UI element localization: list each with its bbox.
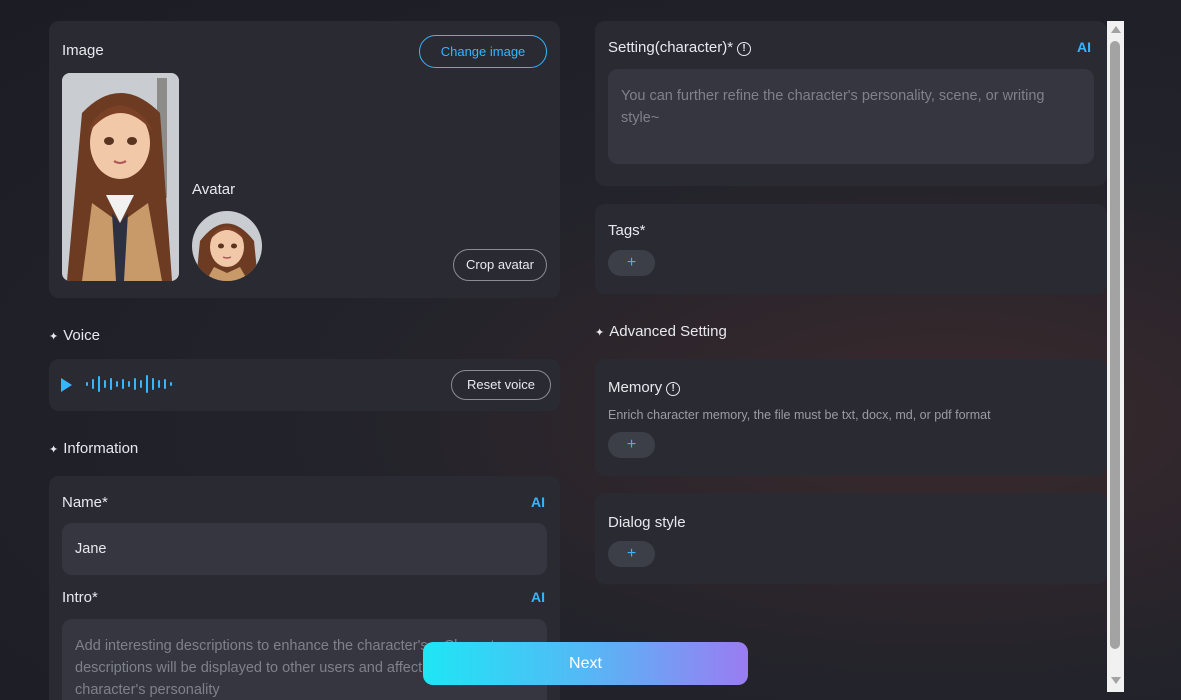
voice-title-text: Voice bbox=[63, 327, 100, 344]
setting-card: Setting(character)*! AI You can further … bbox=[595, 21, 1107, 186]
sparkle-icon: ✦ bbox=[49, 331, 59, 343]
name-ai-button[interactable]: AI bbox=[531, 494, 545, 510]
scroll-down-arrow-icon[interactable] bbox=[1111, 677, 1121, 684]
reset-voice-button[interactable]: Reset voice bbox=[451, 370, 551, 400]
add-tag-button[interactable]: + bbox=[608, 250, 655, 276]
change-image-button[interactable]: Change image bbox=[419, 35, 547, 68]
next-button[interactable]: Next bbox=[423, 642, 748, 685]
voice-section-title: ✦ Voice bbox=[49, 327, 100, 344]
information-title-text: Information bbox=[63, 440, 139, 457]
add-memory-button[interactable]: + bbox=[608, 432, 655, 458]
avatar[interactable] bbox=[192, 211, 262, 281]
name-value: Jane bbox=[75, 541, 107, 557]
setting-label: Setting(character)*! bbox=[608, 39, 752, 56]
waveform-icon bbox=[86, 375, 172, 393]
setting-placeholder: You can further refine the character's p… bbox=[621, 88, 1045, 126]
memory-card: Memory! Enrich character memory, the fil… bbox=[595, 359, 1107, 476]
dialog-style-label: Dialog style bbox=[608, 514, 686, 531]
voice-card: Reset voice bbox=[49, 359, 560, 411]
scrollbar-thumb[interactable] bbox=[1110, 41, 1120, 649]
avatar-label: Avatar bbox=[192, 181, 236, 198]
image-card: Image Change image Avatar Crop avatar bbox=[49, 21, 560, 298]
scrollbar[interactable] bbox=[1107, 21, 1124, 692]
info-icon[interactable]: ! bbox=[666, 382, 681, 396]
setting-ai-button[interactable]: AI bbox=[1077, 39, 1091, 55]
scroll-up-arrow-icon[interactable] bbox=[1111, 26, 1121, 33]
memory-label-text: Memory bbox=[608, 379, 663, 396]
character-portrait[interactable] bbox=[62, 73, 179, 281]
image-label: Image bbox=[62, 42, 104, 59]
info-icon[interactable]: ! bbox=[737, 42, 752, 56]
sparkle-icon: ✦ bbox=[49, 444, 59, 456]
setting-label-text: Setting(character)* bbox=[608, 39, 734, 56]
sparkle-icon: ✦ bbox=[595, 327, 605, 339]
advanced-section-title: ✦ Advanced Setting bbox=[595, 323, 727, 340]
intro-label: Intro* bbox=[62, 589, 98, 606]
tags-card: Tags* + bbox=[595, 204, 1107, 294]
advanced-title-text: Advanced Setting bbox=[609, 323, 727, 340]
add-dialog-style-button[interactable]: + bbox=[608, 541, 655, 567]
memory-description: Enrich character memory, the file must b… bbox=[608, 408, 991, 422]
intro-ai-button[interactable]: AI bbox=[531, 589, 545, 605]
play-icon[interactable] bbox=[61, 378, 72, 392]
tags-label: Tags* bbox=[608, 222, 646, 239]
memory-label: Memory! bbox=[608, 379, 681, 396]
setting-field[interactable]: You can further refine the character's p… bbox=[608, 69, 1094, 164]
information-section-title: ✦ Information bbox=[49, 440, 138, 457]
dialog-style-card: Dialog style + bbox=[595, 493, 1107, 584]
name-label: Name* bbox=[62, 494, 108, 511]
name-field[interactable]: Jane bbox=[62, 523, 547, 575]
crop-avatar-button[interactable]: Crop avatar bbox=[453, 249, 547, 281]
